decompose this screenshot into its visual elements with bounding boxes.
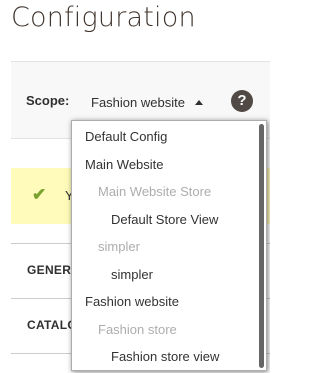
section-title: CATALO <box>27 318 78 332</box>
page-title: Configuration <box>11 2 196 33</box>
scope-option-store-group: simpler <box>98 239 140 254</box>
scope-dropdown-menu: Default Config Main Website Main Website S… <box>71 120 267 371</box>
scope-option-store-group: Fashion store <box>98 321 177 337</box>
scope-option[interactable]: Main Website <box>72 151 266 179</box>
scope-option[interactable]: simpler <box>72 261 266 289</box>
scope-label: Scope: <box>26 93 70 108</box>
section-title: GENER <box>27 263 72 277</box>
scope-option-store-group: Main Website Store <box>98 184 212 199</box>
question-mark-icon[interactable]: ? <box>231 90 253 112</box>
scope-option[interactable]: Fashion website <box>72 288 266 316</box>
dropdown-scrollbar[interactable] <box>259 124 264 368</box>
checkmark-icon: ✔ <box>32 185 47 204</box>
scope-option[interactable]: Default Config <box>72 123 266 151</box>
scope-dropdown-toggle[interactable]: Fashion website <box>91 92 203 112</box>
page: Configuration Scope: Fashion website ? ✔… <box>0 0 270 373</box>
caret-up-icon <box>194 100 203 105</box>
scope-option[interactable]: Default Store View <box>72 206 266 234</box>
scope-option[interactable]: Fashion store view <box>72 343 266 370</box>
scope-current-value: Fashion website <box>91 94 185 110</box>
scope-options-list: Default Config Main Website Main Website S… <box>72 121 266 370</box>
